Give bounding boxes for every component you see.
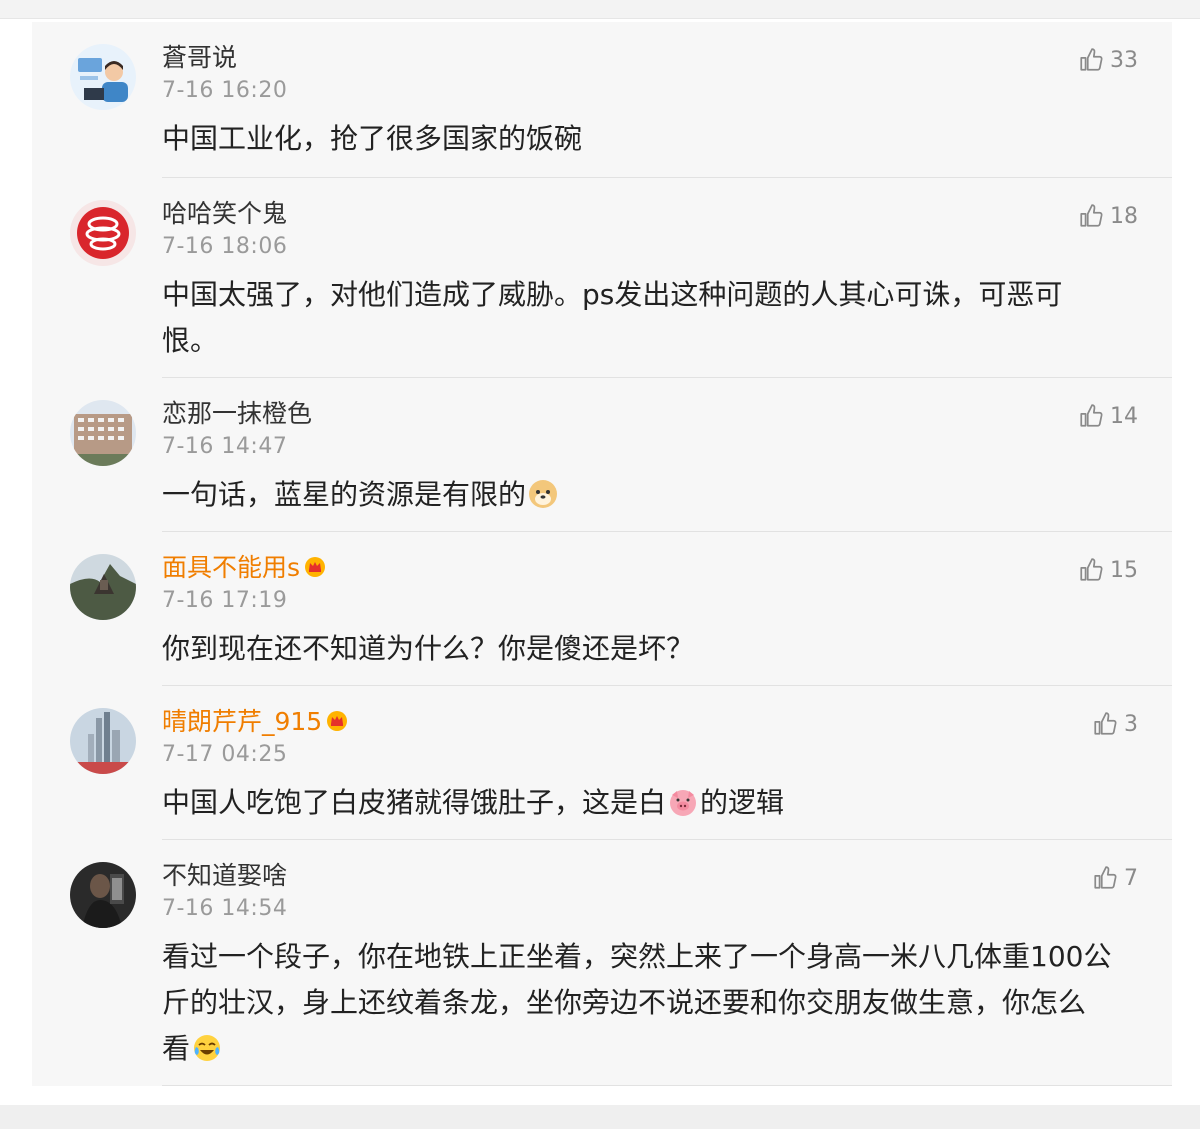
- avatar-image: [70, 708, 136, 774]
- like-count: 33: [1110, 47, 1138, 73]
- like-count: 15: [1110, 557, 1138, 583]
- thumbs-up-icon: [1080, 558, 1103, 581]
- avatar[interactable]: [70, 400, 136, 466]
- username[interactable]: 面具不能用s: [162, 548, 326, 584]
- comment-item: 哈哈笑个鬼 7-16 18:06 18 中国太强了，对他们造成了威胁。ps发出这…: [32, 178, 1172, 378]
- pig-emoji-icon: [670, 790, 697, 816]
- like-count: 7: [1124, 865, 1138, 891]
- comment-text: 一句话，蓝星的资源是有限的: [162, 472, 1112, 518]
- avatar-image: [70, 554, 136, 620]
- avatar-image: [70, 400, 136, 466]
- comment-body: 一句话，蓝星的资源是有限的: [162, 478, 527, 511]
- avatar[interactable]: [70, 200, 136, 266]
- doge-emoji-icon: [529, 480, 558, 508]
- comment-item: 蒼哥说 7-16 16:20 33 中国工业化，抢了很多国家的饭碗: [32, 22, 1172, 178]
- like-button[interactable]: 3: [1092, 710, 1138, 738]
- avatar[interactable]: [70, 708, 136, 774]
- timestamp: 7-17 04:25: [162, 742, 288, 767]
- timestamp: 7-16 14:47: [162, 434, 288, 459]
- like-count: 18: [1110, 203, 1138, 229]
- avatar-image: [70, 44, 136, 110]
- thumbs-up-icon: [1094, 866, 1117, 889]
- like-button[interactable]: 7: [1092, 864, 1138, 892]
- crown-icon: [305, 557, 326, 577]
- username-text: 面具不能用s: [162, 553, 301, 582]
- comment-list: 蒼哥说 7-16 16:20 33 中国工业化，抢了很多国家的饭碗 哈哈笑个鬼 …: [32, 22, 1172, 1086]
- timestamp: 7-16 17:19: [162, 588, 288, 613]
- bottom-strip: [0, 1105, 1200, 1129]
- crown-icon: [327, 711, 348, 731]
- comment-body: 看过一个段子，你在地铁上正坐着，突然上来了一个身高一米八几体重100公斤的壮汉，…: [162, 940, 1112, 1065]
- thumbs-up-icon: [1080, 204, 1103, 227]
- top-strip: [0, 0, 1200, 19]
- like-button[interactable]: 14: [1078, 402, 1138, 430]
- comment-item: 不知道娶啥 7-16 14:54 7 看过一个段子，你在地铁上正坐着，突然上来了…: [32, 840, 1172, 1086]
- comment-item: 恋那一抹橙色 7-16 14:47 14 一句话，蓝星的资源是有限的: [32, 378, 1172, 532]
- comment-body: 中国人吃饱了白皮猪就得饿肚子，这是白: [162, 786, 667, 819]
- avatar-image: [70, 200, 136, 266]
- divider: [162, 1085, 1172, 1086]
- timestamp: 7-16 14:54: [162, 896, 288, 921]
- username[interactable]: 蒼哥说: [162, 38, 237, 74]
- timestamp: 7-16 16:20: [162, 78, 288, 103]
- username[interactable]: 晴朗芹芹_915: [162, 702, 348, 738]
- thumbs-up-icon: [1080, 48, 1103, 71]
- like-button[interactable]: 18: [1078, 202, 1138, 230]
- comment-body: 中国工业化，抢了很多国家的饭碗: [162, 122, 583, 155]
- comment-text: 中国人吃饱了白皮猪就得饿肚子，这是白 的逻辑: [162, 780, 1112, 826]
- like-count: 3: [1124, 711, 1138, 737]
- username[interactable]: 恋那一抹橙色: [162, 394, 312, 430]
- like-count: 14: [1110, 403, 1138, 429]
- like-button[interactable]: 33: [1078, 46, 1138, 74]
- username-text: 晴朗芹芹_915: [162, 707, 323, 736]
- thumbs-up-icon: [1094, 712, 1117, 735]
- username[interactable]: 不知道娶啥: [162, 856, 287, 892]
- like-button[interactable]: 15: [1078, 556, 1138, 584]
- comment-text: 看过一个段子，你在地铁上正坐着，突然上来了一个身高一米八几体重100公斤的壮汉，…: [162, 934, 1112, 1072]
- username[interactable]: 哈哈笑个鬼: [162, 194, 287, 230]
- avatar[interactable]: [70, 44, 136, 110]
- comment-text: 中国工业化，抢了很多国家的饭碗: [162, 116, 1112, 162]
- avatar[interactable]: [70, 554, 136, 620]
- avatar-image: [70, 862, 136, 928]
- timestamp: 7-16 18:06: [162, 234, 288, 259]
- laugh-cry-emoji-icon: [194, 1035, 221, 1061]
- comment-item: 面具不能用s 7-16 17:19 15 你到现在还不知道为什么？你是傻还是坏？: [32, 532, 1172, 686]
- comment-text: 你到现在还不知道为什么？你是傻还是坏？: [162, 626, 1112, 672]
- avatar[interactable]: [70, 862, 136, 928]
- comment-item: 晴朗芹芹_915 7-17 04:25 3 中国人吃饱了白皮猪就得饿肚子，这是白…: [32, 686, 1172, 840]
- comment-body-tail: 的逻辑: [700, 786, 785, 819]
- thumbs-up-icon: [1080, 404, 1103, 427]
- comment-body: 你到现在还不知道为什么？你是傻还是坏？: [162, 632, 695, 665]
- comment-text: 中国太强了，对他们造成了威胁。ps发出这种问题的人其心可诛，可恶可恨。: [162, 272, 1112, 364]
- comment-body: 中国太强了，对他们造成了威胁。ps发出这种问题的人其心可诛，可恶可恨。: [162, 278, 1063, 357]
